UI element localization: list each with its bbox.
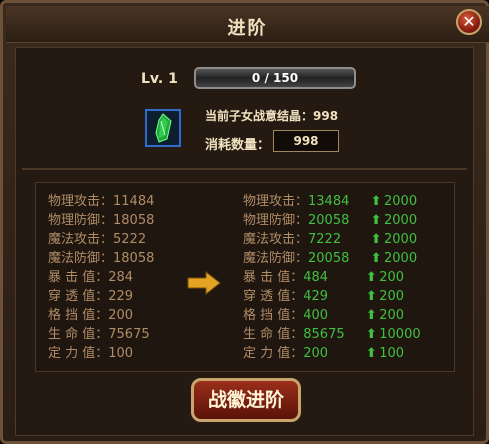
stat-label: 魔法防御：	[243, 251, 309, 266]
stat-label: 生 命 值：	[243, 327, 304, 342]
up-arrow-icon: ⬆	[365, 346, 377, 361]
stat-new-value: 20058	[308, 251, 350, 266]
stat-value: 200	[108, 308, 134, 323]
up-arrow-icon: ⬆	[365, 289, 377, 304]
up-arrow-icon: ⬆	[370, 213, 382, 228]
stat-label: 穿 透 值：	[48, 289, 109, 304]
current-stat-row: 生 命 值：75675	[48, 325, 154, 344]
stat-value: 229	[108, 289, 134, 304]
stat-increase: 200	[379, 308, 405, 323]
up-arrow-icon: ⬆	[370, 251, 382, 266]
next-stat-row: 物理防御：20058 ⬆ 2000	[243, 211, 421, 230]
up-arrow-icon: ⬆	[370, 194, 382, 209]
next-stat-row: 穿 透 值：429 ⬆ 200	[243, 287, 421, 306]
level-label: Lv. 1	[141, 71, 178, 87]
green-crystal-icon	[145, 109, 181, 147]
level-progress-bar: 0 / 150	[194, 67, 356, 89]
stat-label: 魔法防御：	[48, 251, 114, 266]
up-arrow-icon: ⬆	[370, 232, 382, 247]
stat-label: 定 力 值：	[48, 346, 109, 361]
stat-label: 魔法攻击：	[243, 232, 309, 247]
up-arrow-icon: ⬆	[365, 327, 377, 342]
stat-new-value: 429	[303, 289, 329, 304]
stat-new-value: 85675	[303, 327, 345, 342]
current-stat-row: 穿 透 值：229	[48, 287, 154, 306]
current-stat-row: 物理防御：18058	[48, 211, 154, 230]
progress-text: 0 / 150	[251, 71, 299, 85]
next-stat-row: 暴 击 值：484 ⬆ 200	[243, 268, 421, 287]
cost-value: 998	[273, 130, 339, 152]
next-stat-row: 物理攻击：13484 ⬆ 2000	[243, 192, 421, 211]
next-stats-list: 物理攻击：13484 ⬆ 2000 物理防御：20058 ⬆ 2000 魔法攻击：7222 ⬆…	[243, 192, 421, 363]
current-stats-list: 物理攻击：11484 物理防御：18058 魔法攻击：5222 魔法防御：18058 暴…	[48, 192, 154, 363]
stat-label: 物理攻击：	[243, 194, 309, 209]
stat-new-value: 400	[303, 308, 329, 323]
stat-new-value: 13484	[308, 194, 350, 209]
dialog-title: 进阶	[227, 18, 268, 39]
close-button[interactable]: ✕	[456, 9, 482, 35]
cost-label: 消耗数量：	[205, 138, 271, 153]
stat-increase: 2000	[384, 213, 418, 228]
stat-value: 18058	[113, 251, 155, 266]
close-icon: ✕	[462, 12, 476, 31]
stat-increase: 200	[379, 270, 405, 285]
current-stat-row: 格 挡 值：200	[48, 306, 154, 325]
next-stat-row: 生 命 值：85675 ⬆ 10000	[243, 325, 421, 344]
stat-label: 穿 透 值：	[243, 289, 304, 304]
current-stat-row: 魔法防御：18058	[48, 249, 154, 268]
stat-new-value: 200	[303, 346, 329, 361]
stat-label: 物理攻击：	[48, 194, 114, 209]
stat-value: 100	[108, 346, 134, 361]
stat-increase: 2000	[384, 232, 418, 247]
stat-value: 75675	[108, 327, 150, 342]
stat-value: 18058	[113, 213, 155, 228]
stat-label: 物理防御：	[243, 213, 309, 228]
upgrade-button[interactable]: 战徽进阶	[191, 378, 301, 422]
stat-value: 5222	[113, 232, 147, 247]
owned-crystal-text: 当前子女战意结晶：998	[205, 109, 339, 123]
upgrade-arrow-icon	[186, 270, 222, 299]
next-stat-row: 格 挡 值：400 ⬆ 200	[243, 306, 421, 325]
stat-increase: 2000	[384, 194, 418, 209]
up-arrow-icon: ⬆	[365, 308, 377, 323]
next-stat-row: 魔法防御：20058 ⬆ 2000	[243, 249, 421, 268]
stat-label: 物理防御：	[48, 213, 114, 228]
stat-increase: 10000	[379, 327, 421, 342]
stat-increase: 100	[379, 346, 405, 361]
stat-label: 格 挡 值：	[48, 308, 109, 323]
next-stat-row: 定 力 值：200 ⬆ 100	[243, 344, 421, 363]
stat-increase: 200	[379, 289, 405, 304]
stat-new-value: 484	[303, 270, 329, 285]
stat-label: 生 命 值：	[48, 327, 109, 342]
divider	[22, 168, 467, 170]
up-arrow-icon: ⬆	[365, 270, 377, 285]
stat-label: 魔法攻击：	[48, 232, 114, 247]
stat-label: 格 挡 值：	[243, 308, 304, 323]
stat-label: 暴 击 值：	[243, 270, 304, 285]
stat-increase: 2000	[384, 251, 418, 266]
current-stat-row: 定 力 值：100	[48, 344, 154, 363]
stat-label: 定 力 值：	[243, 346, 304, 361]
title-bar: 进阶	[6, 6, 489, 43]
stat-value: 11484	[113, 194, 155, 209]
stat-new-value: 20058	[308, 213, 350, 228]
current-stat-row: 暴 击 值：284	[48, 268, 154, 287]
current-stat-row: 魔法攻击：5222	[48, 230, 154, 249]
stat-value: 284	[108, 270, 134, 285]
next-stat-row: 魔法攻击：7222 ⬆ 2000	[243, 230, 421, 249]
stat-label: 暴 击 值：	[48, 270, 109, 285]
current-stat-row: 物理攻击：11484	[48, 192, 154, 211]
stat-new-value: 7222	[308, 232, 342, 247]
